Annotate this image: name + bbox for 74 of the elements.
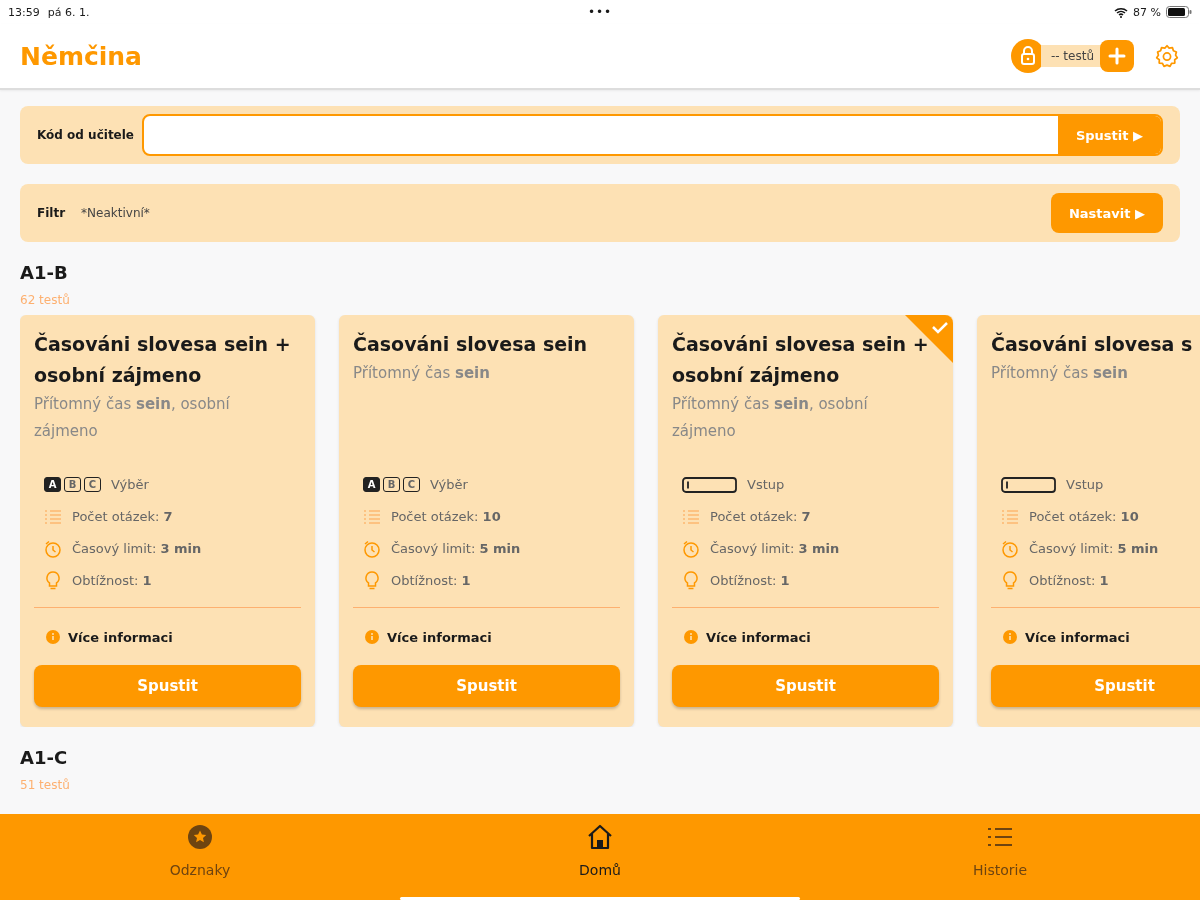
difficulty: Obtížnost: 1	[391, 573, 471, 588]
lightbulb-icon	[44, 570, 62, 591]
timer-icon	[44, 539, 62, 558]
home-icon	[586, 824, 614, 850]
settings-icon[interactable]	[1154, 43, 1180, 69]
difficulty: Obtížnost: 1	[72, 573, 152, 588]
start-button[interactable]: Spustit ▶	[1057, 116, 1161, 154]
section-title: A1-B	[20, 262, 69, 283]
info-icon	[684, 630, 698, 644]
card-title: Časováni slovesa sein + osobní zájmeno	[672, 331, 930, 388]
card-title: Časováni slovesa sein	[353, 331, 589, 357]
question-count: Počet otázek: 7	[710, 509, 811, 524]
time-limit: Časový limit: 3 min	[710, 541, 840, 556]
set-filter-button[interactable]: Nastavit ▶	[1050, 193, 1163, 233]
question-count: Počet otázek: 10	[1029, 509, 1139, 524]
card-title: Časováni slovesa sein + osobní zájmeno	[34, 331, 292, 388]
answer-type: Vstup	[1066, 477, 1104, 492]
timer-icon	[1001, 539, 1019, 558]
card-subtitle: Přítomný čas sein	[991, 363, 1129, 384]
status-date: pá 6. 1.	[47, 5, 90, 19]
card-subtitle: Přítomný čas sein	[353, 363, 491, 384]
start-test-button[interactable]: Spustit	[34, 665, 301, 707]
battery-icon	[1166, 6, 1192, 18]
filter-label: Filtr	[37, 206, 66, 220]
battery-percent: 87 %	[1133, 5, 1161, 19]
filter-value: *Neaktivní*	[81, 206, 150, 220]
question-count: Počet otázek: 10	[391, 509, 501, 524]
page-title: Němčina	[20, 41, 142, 71]
card-title: Časováni slovesa s	[991, 331, 1194, 357]
start-test-button[interactable]: Spustit	[672, 665, 939, 707]
nav-tab[interactable]: Domů	[400, 814, 800, 900]
list-icon	[363, 508, 381, 525]
card-subtitle: Přítomný čas sein, osobní zájmeno	[672, 394, 869, 442]
text-input-icon	[682, 476, 737, 493]
time-limit: Časový limit: 5 min	[391, 541, 521, 556]
wifi-icon	[1114, 6, 1129, 18]
list-icon	[1001, 508, 1019, 525]
plus-icon[interactable]	[1100, 40, 1134, 72]
timer-icon	[682, 539, 700, 558]
test-count: 51 testů	[20, 778, 71, 792]
nav-tab[interactable]: Historie	[800, 814, 1200, 900]
multitask-dots[interactable]: •••	[587, 5, 613, 19]
difficulty: Obtížnost: 1	[1029, 573, 1109, 588]
code-label: Kód od učitele	[37, 128, 134, 142]
list-icon	[682, 508, 700, 525]
start-test-button[interactable]: Spustit	[991, 665, 1200, 707]
code-input-field[interactable]: Spustit ▶	[142, 114, 1163, 156]
info-icon	[46, 630, 60, 644]
answer-type: Vstup	[747, 477, 785, 492]
question-count: Počet otázek: 7	[72, 509, 173, 524]
lightbulb-icon	[682, 570, 700, 591]
text-input-icon	[1001, 476, 1056, 493]
more-info-link[interactable]: Více informaci	[706, 629, 811, 645]
more-info-link[interactable]: Více informaci	[387, 629, 492, 645]
answer-type: Výběr	[430, 477, 468, 492]
list-icon	[44, 508, 62, 525]
nav-tab[interactable]: Odznaky	[0, 814, 400, 900]
lightbulb-icon	[1001, 570, 1019, 591]
star-badge-icon	[187, 824, 213, 850]
section-title: A1-C	[20, 747, 69, 768]
time-limit: Časový limit: 3 min	[72, 541, 202, 556]
more-info-link[interactable]: Více informaci	[68, 629, 173, 645]
start-test-button[interactable]: Spustit	[353, 665, 620, 707]
answer-type: Výběr	[111, 477, 149, 492]
more-info-link[interactable]: Více informaci	[1025, 629, 1130, 645]
test-count: 62 testů	[20, 293, 71, 307]
info-icon	[365, 630, 379, 644]
lightbulb-icon	[363, 570, 381, 591]
status-time: 13:59	[8, 5, 40, 19]
info-icon	[1003, 630, 1017, 644]
timer-icon	[363, 539, 381, 558]
time-limit: Časový limit: 5 min	[1029, 541, 1159, 556]
card-subtitle: Přítomný čas sein, osobní zájmeno	[34, 394, 231, 442]
difficulty: Obtížnost: 1	[710, 573, 790, 588]
